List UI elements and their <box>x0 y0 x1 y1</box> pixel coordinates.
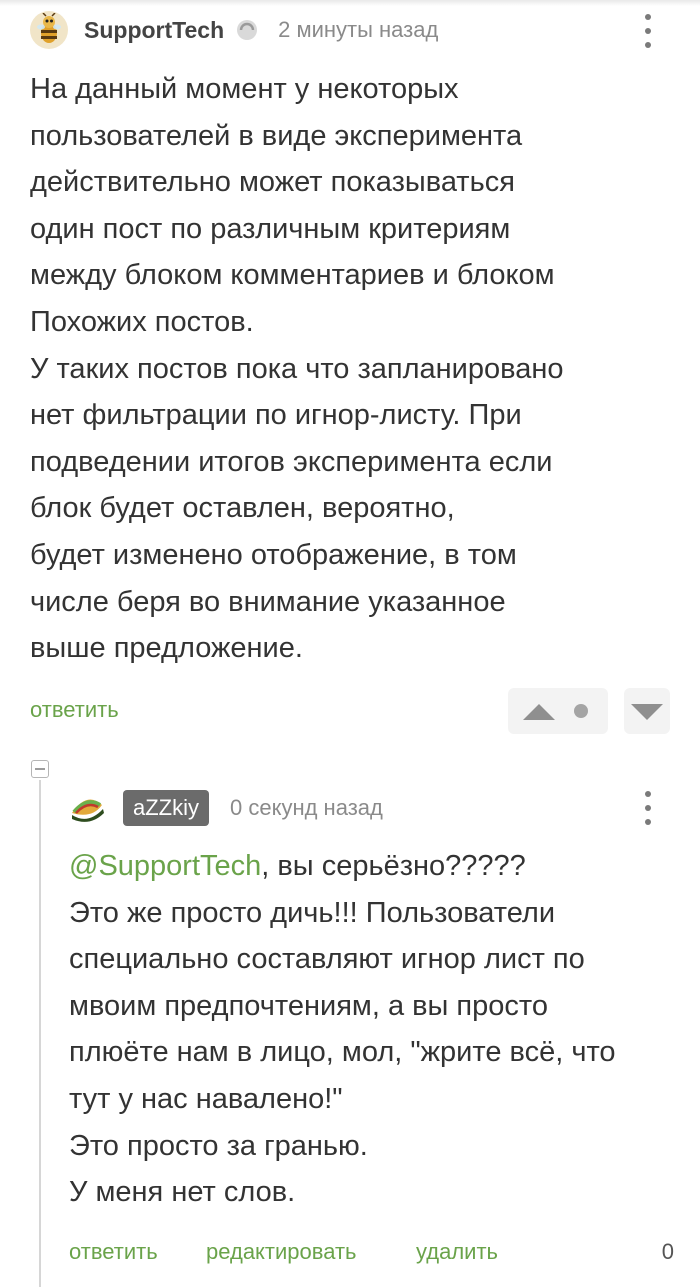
comment-line: тут у нас навалено!" <box>69 1082 343 1115</box>
verified-icon <box>237 20 258 40</box>
comment-line: будет изменено отображение, в том <box>30 538 517 571</box>
comment-text: , вы серьёзно????? <box>261 850 526 882</box>
comment-line: один пост по различным критериям <box>30 212 511 245</box>
edit-button[interactable]: редактировать <box>206 1239 357 1265</box>
comment-line: На данный момент у некоторых <box>30 73 459 105</box>
comment-header: SupportTech 2 минуты назад <box>30 10 670 50</box>
downvote-button[interactable] <box>624 688 670 734</box>
comment-line: У меня нет слов. <box>69 1176 296 1209</box>
comment-line: действительно может показываться <box>30 166 515 199</box>
comment-line: плюёте нам в лицо, мол, "жрите всё, что <box>69 1036 616 1069</box>
comment-line: подведении итогов эксперимента если <box>30 445 553 478</box>
comment-actions: ответить редактировать удалить 0 <box>69 1239 674 1269</box>
upvote-arrow-icon[interactable] <box>523 704 555 720</box>
comment-line: пользователей в виде эксперимента <box>30 119 523 152</box>
mention-link[interactable]: @SupportTech <box>69 850 261 882</box>
comment-line: Это же просто дичь!!! Пользователи <box>69 896 556 929</box>
more-vertical-icon[interactable] <box>643 791 653 825</box>
top-edge-shadow <box>0 0 700 6</box>
comment-line: блок будет оставлен, вероятно, <box>30 492 455 525</box>
comment-line: У таких постов пока что запланировано <box>30 352 564 385</box>
comment-line: специально составляют игнор лист по <box>69 943 585 976</box>
more-vertical-icon[interactable] <box>643 14 653 48</box>
thread-line[interactable] <box>39 780 41 1287</box>
vote-widget <box>508 688 608 734</box>
user-avatar[interactable] <box>30 11 68 49</box>
taco-avatar-icon[interactable] <box>68 789 106 827</box>
comment-body: @SupportTech, вы серьёзно????? Это же пр… <box>69 843 669 1216</box>
comment-timestamp: 2 минуты назад <box>278 17 439 42</box>
bee-avatar-icon <box>37 13 61 43</box>
comment-line: числе беря во внимание указанное <box>30 585 506 618</box>
comment-line: нет фильтрации по игнор-листу. При <box>30 399 522 432</box>
comment-timestamp: 0 секунд назад <box>230 795 383 820</box>
comment-body: На данный момент у некоторых пользовател… <box>30 66 660 672</box>
comment-line: между блоком комментариев и блоком <box>30 259 555 292</box>
delete-button[interactable]: удалить <box>416 1239 498 1265</box>
comment-line: Это просто за гранью. <box>69 1129 368 1162</box>
comment-line: мвоим предпочтениям, а вы просто <box>69 989 548 1022</box>
comment-line: Похожих постов. <box>30 305 254 338</box>
rating-dot-icon <box>574 704 588 718</box>
collapse-thread-icon[interactable] <box>31 760 49 778</box>
comment-author[interactable]: aZZkiy <box>123 790 209 826</box>
reply-button[interactable]: ответить <box>30 697 119 723</box>
comment-line: выше предложение. <box>30 632 303 665</box>
comment-rating: 0 <box>661 1239 674 1264</box>
comment-line: @SupportTech, вы серьёзно????? <box>69 843 669 890</box>
reply-button[interactable]: ответить <box>69 1239 158 1265</box>
downvote-arrow-icon <box>631 704 663 720</box>
comment-author[interactable]: SupportTech <box>84 17 224 44</box>
